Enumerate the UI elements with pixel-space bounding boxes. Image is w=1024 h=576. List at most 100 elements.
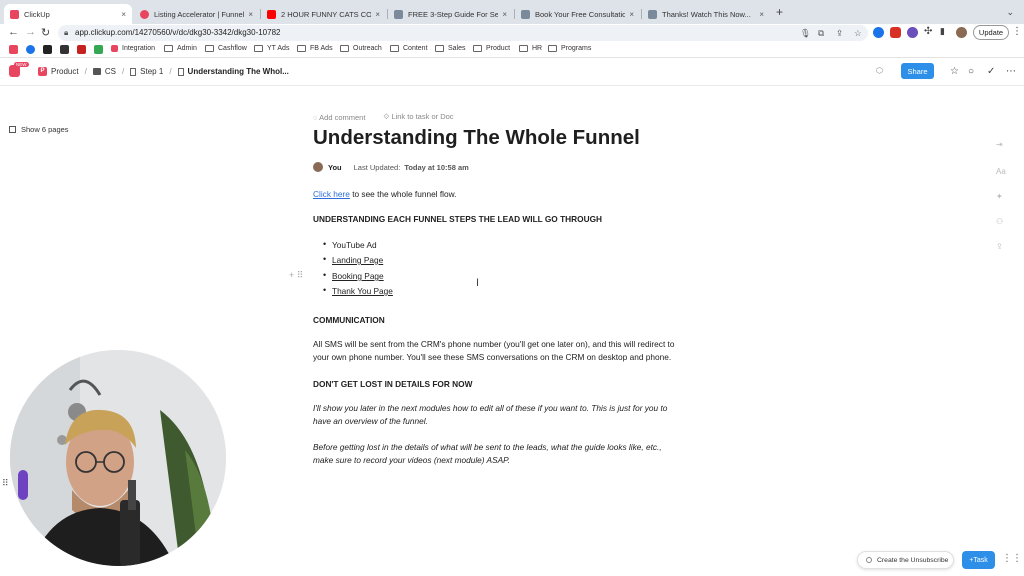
forward-arrow-icon[interactable]: → xyxy=(25,26,36,38)
tab-listing-accelerator[interactable]: Listing Accelerator | Funnel Fl... × xyxy=(134,4,259,24)
create-unsubscribe-pill[interactable]: Create the Unsubscribe xyxy=(857,551,954,569)
extension-icon[interactable] xyxy=(907,27,918,38)
last-updated-value: Today at 10:58 am xyxy=(404,162,469,172)
bookmark-yt-ads[interactable]: YT Ads xyxy=(254,45,289,52)
tab-thanks-watch[interactable]: Thanks! Watch This Now... × xyxy=(642,4,770,24)
bookmark-star-icon[interactable]: ☆ xyxy=(854,28,862,39)
drag-handle-icon[interactable]: ⠿ xyxy=(2,478,9,489)
youtube-icon xyxy=(267,9,276,19)
back-arrow-icon[interactable]: ← xyxy=(8,26,19,38)
new-task-button[interactable]: + Task xyxy=(962,551,995,569)
breadcrumb-current-page[interactable]: Understanding The Whol... xyxy=(177,67,289,76)
collapse-icon[interactable]: ⇥ xyxy=(996,140,1003,149)
search-icon[interactable]: ○ xyxy=(968,66,974,77)
site-icon xyxy=(140,9,149,19)
extension-icon[interactable] xyxy=(873,27,884,38)
bookmark-label: FB Ads xyxy=(310,45,333,52)
close-icon[interactable]: × xyxy=(375,10,380,19)
block-drag-handle[interactable]: + ⠿ xyxy=(289,270,303,281)
bookmark-fb-ads[interactable]: FB Ads xyxy=(297,45,333,52)
bookmark-hr[interactable]: HR xyxy=(519,45,542,52)
bookmark-icon[interactable] xyxy=(43,45,52,54)
more-options-icon[interactable]: ⋮ xyxy=(1012,26,1022,37)
close-icon[interactable]: × xyxy=(248,10,253,19)
tab-title: FREE 3-Step Guide For Sellers xyxy=(408,9,499,19)
tab-title: ClickUp xyxy=(24,9,50,19)
link-task-label: Link to task or Doc xyxy=(391,112,454,121)
tab-clickup[interactable]: ClickUp × xyxy=(4,4,132,24)
bookmark-icon[interactable] xyxy=(94,45,103,54)
microphone-icon[interactable]: 🎙︎ xyxy=(800,28,811,39)
bookmark-label: Programs xyxy=(561,45,592,52)
tab-book-consultation[interactable]: Book Your Free Consultation × xyxy=(515,4,640,24)
tab-list-icon[interactable]: ⌄ xyxy=(1006,7,1014,18)
close-icon[interactable]: × xyxy=(629,10,634,19)
user-settings-icon[interactable]: ⚇ xyxy=(996,217,1003,226)
sparkle-icon[interactable]: ✦ xyxy=(996,192,1003,201)
side-panel-icon[interactable]: ▮ xyxy=(940,26,945,37)
bookmark-content[interactable]: Content xyxy=(390,45,428,52)
puzzle-piece-icon[interactable]: ✣ xyxy=(924,26,932,37)
list-item-booking-page[interactable]: Booking Page xyxy=(323,270,384,281)
communication-paragraph: All SMS will be sent from the CRM's phon… xyxy=(313,338,674,364)
breadcrumb-cs[interactable]: CS xyxy=(92,67,116,76)
close-icon[interactable]: × xyxy=(121,10,126,19)
bookmark-sales[interactable]: Sales xyxy=(435,45,466,52)
list-item-landing-page[interactable]: Landing Page xyxy=(323,254,383,265)
tab-free-guide[interactable]: FREE 3-Step Guide For Sellers × xyxy=(388,4,513,24)
folder-icon xyxy=(435,45,444,52)
bookmark-label: Admin xyxy=(177,45,197,52)
heading-details: DON'T GET LOST IN DETAILS FOR NOW xyxy=(313,379,473,389)
close-icon[interactable]: × xyxy=(502,10,507,19)
checkmark-icon[interactable]: ✓ xyxy=(987,66,995,77)
page-title[interactable]: Understanding The Whole Funnel xyxy=(313,126,640,150)
add-comment-button[interactable]: ◌ Add comment xyxy=(313,113,365,122)
note-line: have an overview of the funnel. xyxy=(313,416,428,426)
folder-icon xyxy=(340,45,349,52)
new-tab-button[interactable]: + xyxy=(776,5,783,19)
bookmark-icon[interactable] xyxy=(26,45,35,54)
bookmarks-bar: Integration Admin Cashflow YT Ads FB Ads… xyxy=(0,42,1024,58)
tag-icon[interactable]: ⬡ xyxy=(876,66,883,75)
breadcrumb-step-1[interactable]: Step 1 xyxy=(130,67,163,76)
bookmark-integration[interactable]: Integration xyxy=(111,45,155,52)
list-item-thank-you-page[interactable]: Thank You Page xyxy=(323,285,393,296)
apps-grid-icon[interactable]: ⋮⋮ xyxy=(1002,553,1022,564)
install-app-icon[interactable]: ⧉ xyxy=(818,28,824,39)
bookmark-product[interactable]: Product xyxy=(473,45,510,52)
star-icon[interactable]: ☆ xyxy=(950,66,959,77)
folder-icon xyxy=(390,45,399,52)
share-button[interactable]: Share xyxy=(901,63,934,79)
link-task-button[interactable]: ⟐ Link to task or Doc xyxy=(383,112,453,122)
avatar[interactable] xyxy=(313,162,323,172)
tab-title: 2 HOUR FUNNY CATS COMPIL... xyxy=(281,9,372,19)
bookmark-outreach[interactable]: Outreach xyxy=(340,45,382,52)
bookmark-programs[interactable]: Programs xyxy=(548,45,591,52)
close-icon[interactable]: × xyxy=(759,10,764,19)
bookmark-admin[interactable]: Admin xyxy=(164,45,197,52)
breadcrumb-label: Understanding The Whol... xyxy=(187,67,289,76)
update-button[interactable]: Update xyxy=(973,25,1009,40)
address-bar[interactable]: 🔒︎ app.clickup.com/14270560/v/dc/dkg30-3… xyxy=(58,25,868,41)
doc-icon xyxy=(177,67,184,76)
export-icon[interactable]: ⇪ xyxy=(996,242,1003,251)
add-comment-label: Add comment xyxy=(319,112,366,122)
breadcrumb-product[interactable]: P Product xyxy=(38,67,79,76)
new-badge: NEW xyxy=(14,62,29,67)
gmail-icon[interactable] xyxy=(77,45,86,54)
bookmark-icon[interactable] xyxy=(60,45,69,54)
breadcrumb-separator: / xyxy=(169,67,172,76)
more-options-icon[interactable]: ⋯ xyxy=(1006,66,1016,77)
folder-icon xyxy=(473,45,482,52)
font-size-icon[interactable]: Aa xyxy=(996,167,1006,176)
extension-icon[interactable] xyxy=(890,27,901,38)
reload-icon[interactable]: ↻ xyxy=(41,26,50,39)
show-pages-toggle[interactable]: Show 6 pages xyxy=(9,125,69,134)
status-icon xyxy=(866,557,872,563)
bookmark-icon[interactable] xyxy=(9,45,18,54)
share-page-icon[interactable]: ⇪ xyxy=(836,28,843,39)
bookmark-cashflow[interactable]: Cashflow xyxy=(205,45,247,52)
click-here-link[interactable]: Click here xyxy=(313,189,350,199)
tab-funny-cats[interactable]: 2 HOUR FUNNY CATS COMPIL... × xyxy=(261,4,386,24)
profile-avatar[interactable] xyxy=(956,27,967,38)
